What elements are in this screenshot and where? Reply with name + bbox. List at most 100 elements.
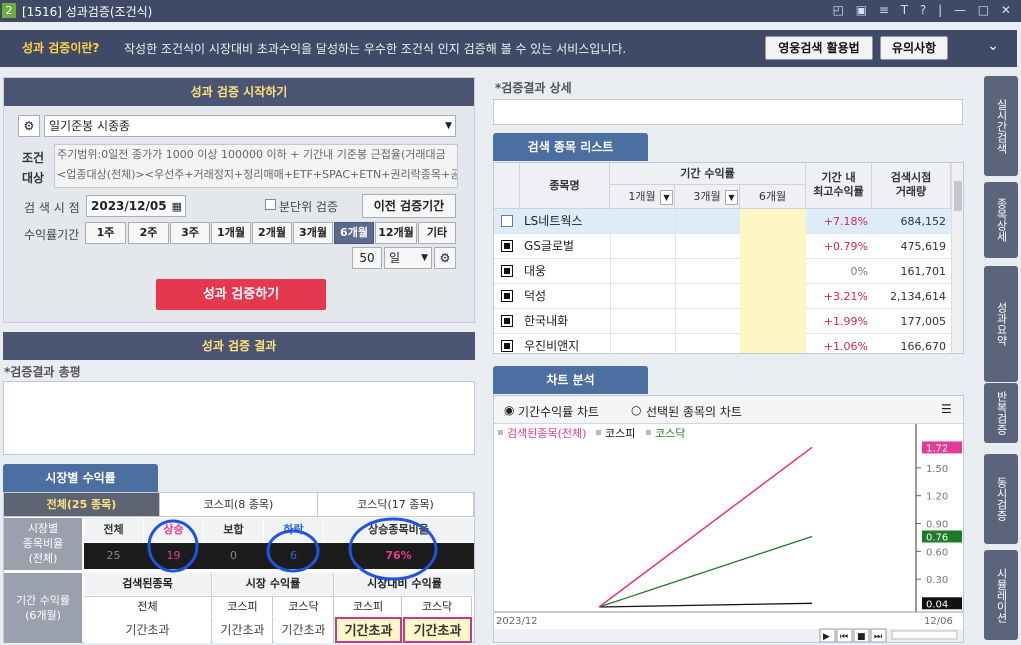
radio-period-label[interactable]: 기간수익률 차트 xyxy=(518,403,599,420)
condition-line-1: 주기범위:0일전 종가가 1000 이상 100000 이하 + 기간내 기준봉… xyxy=(57,148,446,161)
table-row[interactable]: 덕성 +3.21% 2,134,614 xyxy=(494,284,951,309)
window-controls[interactable]: ◰ ▣ ≡ T ? | — □ ✕ xyxy=(833,3,1015,17)
stock-list-scrollbar[interactable] xyxy=(951,163,963,353)
radio-period-icon[interactable]: ◉ xyxy=(504,403,514,417)
row-m6-cell xyxy=(740,334,806,353)
row-volume: 2,134,614 xyxy=(890,290,946,303)
side-tab-5[interactable]: 시뮬레이션 xyxy=(984,550,1018,640)
side-tab-1[interactable]: 종목상세 xyxy=(984,182,1018,258)
market-return-tab[interactable]: 시장별 수익률 xyxy=(3,464,158,492)
market-subtab-2[interactable]: 코스닥(17 종목) xyxy=(318,493,474,517)
stock-list-tab[interactable]: 검색 종목 리스트 xyxy=(493,133,648,161)
side-tab-0[interactable]: 실시간검색 xyxy=(984,76,1018,176)
chart-analysis-tab[interactable]: 차트 분석 xyxy=(493,366,648,394)
row-max-return: +1.06% xyxy=(823,340,868,353)
row-max-return: +0.79% xyxy=(823,240,868,253)
legend-label-2: 코스닥 xyxy=(655,427,685,440)
period-button-0[interactable]: 1주 xyxy=(85,222,126,244)
start-panel: 성과 검증 시작하기 ⚙ 일기준봉 시종종 ▼ 조건 대상 주기범위:0일전 종… xyxy=(3,77,475,323)
title-bar: 2 [1516] 성과검증(조건식) ◰ ▣ ≡ T ? | — □ ✕ xyxy=(0,0,1021,22)
radio-selected-label[interactable]: 선택된 종목의 차트 xyxy=(646,403,742,420)
period-button-1[interactable]: 2주 xyxy=(128,222,169,244)
table-row[interactable]: 한국내화 +1.99% 177,005 xyxy=(494,309,951,334)
side-tab-3[interactable]: 반복검증 xyxy=(984,383,1018,443)
dropdown-arrow-icon[interactable]: ▼ xyxy=(725,190,738,205)
search-date-input[interactable]: 2023/12/05 ▦ xyxy=(86,195,186,217)
col-name-header: 종목명 xyxy=(520,163,610,209)
stock-list-panel: 종목명 기간 수익률 1개월 ▼ 3개월 ▼ 6개월 기간 내 최고수익률 검색시점 거래량 LS… xyxy=(493,162,964,354)
minute-check-label: 분단위 검증 xyxy=(279,200,339,214)
condition-icon[interactable]: ⚙ xyxy=(18,115,40,137)
legend-label-1: 코스피 xyxy=(605,427,635,440)
period-button-7[interactable]: 12개월 xyxy=(375,222,417,244)
period-button-3[interactable]: 1개월 xyxy=(211,222,251,244)
row-checkbox[interactable] xyxy=(501,315,513,327)
ratio-header-0: 전체 xyxy=(84,518,143,542)
result-header-wrap: 성과 검증 결과 xyxy=(3,332,475,360)
row-max-return: 0% xyxy=(850,265,868,278)
legend-label-0: 검색된종목(전체) xyxy=(507,427,586,440)
plot-area xyxy=(494,424,916,612)
days-input[interactable]: 50 xyxy=(352,247,382,269)
chart-toolbar: ◉ 기간수익률 차트 ○ 선택된 종목의 차트 ☰ xyxy=(494,396,963,424)
side-tab-4[interactable]: 동시검증 xyxy=(984,454,1018,544)
period-button-5[interactable]: 3개월 xyxy=(293,222,333,244)
market-subtab-0[interactable]: 전체(25 종목) xyxy=(4,493,160,517)
row-m6-cell xyxy=(740,234,806,259)
row-checkbox[interactable] xyxy=(501,215,513,227)
period-button-6[interactable]: 6개월 xyxy=(334,222,374,244)
minute-checkbox[interactable] xyxy=(265,199,276,210)
video-guide-button[interactable]: 영웅검색 활용법 xyxy=(765,36,873,60)
calendar-icon[interactable]: ▦ xyxy=(172,197,182,217)
row-max-return: +7.18% xyxy=(823,215,868,228)
summary-text-area[interactable] xyxy=(3,381,475,455)
play-icon[interactable]: ▶ xyxy=(823,632,830,642)
col-m3-label: 3개월 xyxy=(693,190,721,203)
notice-button[interactable]: 유의사항 xyxy=(880,36,948,60)
run-verification-button[interactable]: 성과 검증하기 xyxy=(156,279,326,310)
period-button-8[interactable]: 기타 xyxy=(418,222,456,244)
dropdown-arrow-icon[interactable]: ▼ xyxy=(445,116,452,136)
row-checkbox[interactable] xyxy=(501,290,513,302)
end-label-2: 0.04 xyxy=(926,599,948,610)
condition-text-box[interactable]: 주기범위:0일전 종가가 1000 이상 100000 이하 + 기간내 기준봉… xyxy=(54,144,458,188)
row-max-return: +3.21% xyxy=(823,290,868,303)
first-icon[interactable]: ⏮ xyxy=(840,632,848,642)
dropdown-arrow-icon[interactable]: ▼ xyxy=(421,248,428,268)
last-icon[interactable]: ⏭ xyxy=(874,632,882,642)
col-m6-label: 6개월 xyxy=(758,190,787,203)
table-row[interactable]: LS네트웍스 +7.18% 684,152 xyxy=(494,209,951,234)
table-row[interactable]: 대웅 0% 161,701 xyxy=(494,259,951,284)
stock-table-body: 종목명 기간 수익률 1개월 ▼ 3개월 ▼ 6개월 기간 내 최고수익률 검색시점 거래량 LS… xyxy=(494,163,951,353)
chart-menu-icon[interactable]: ☰ xyxy=(941,402,952,416)
ratio-value-1: 19 xyxy=(166,549,181,562)
previous-period-button[interactable]: 이전 검증기간 xyxy=(362,194,456,218)
y-tick-label-1: 1.20 xyxy=(926,492,948,503)
condition-select[interactable]: 일기준봉 시종종 ▼ xyxy=(44,115,456,137)
legend-marker-2 xyxy=(646,430,651,435)
row-checkbox[interactable] xyxy=(501,340,513,352)
table-row[interactable]: GS글로벌 +0.79% 475,619 xyxy=(494,234,951,259)
side-tab-2[interactable]: 성과요약 xyxy=(984,266,1018,382)
detail-box[interactable] xyxy=(493,99,963,125)
chart-zoom-slider[interactable] xyxy=(891,630,958,640)
table-row[interactable]: 우진비앤지 +1.06% 166,670 xyxy=(494,334,951,353)
stop-icon[interactable]: ■ xyxy=(857,632,866,642)
settings-gear-icon[interactable]: ⚙ xyxy=(434,247,456,269)
dropdown-arrow-icon[interactable]: ▼ xyxy=(660,190,673,205)
ratio-value-4: 76% xyxy=(385,549,412,562)
row-name: 한국내화 xyxy=(524,314,569,328)
days-unit-select[interactable]: 일 ▼ xyxy=(384,247,432,269)
market-subtab-1[interactable]: 코스피(8 종목) xyxy=(160,493,318,517)
chevron-down-icon[interactable]: ⌄ xyxy=(987,38,999,54)
radio-selected-icon[interactable]: ○ xyxy=(631,403,641,417)
row-m6-cell xyxy=(740,309,806,334)
period-button-4[interactable]: 2개월 xyxy=(252,222,292,244)
scrollbar-thumb[interactable] xyxy=(954,181,962,211)
legend-marker-1 xyxy=(596,430,601,435)
row-m6-cell xyxy=(740,209,806,234)
row-checkbox[interactable] xyxy=(501,265,513,277)
period-button-2[interactable]: 3주 xyxy=(170,222,210,244)
ratio-header-1: 상승 xyxy=(144,518,203,542)
row-checkbox[interactable] xyxy=(501,240,513,252)
